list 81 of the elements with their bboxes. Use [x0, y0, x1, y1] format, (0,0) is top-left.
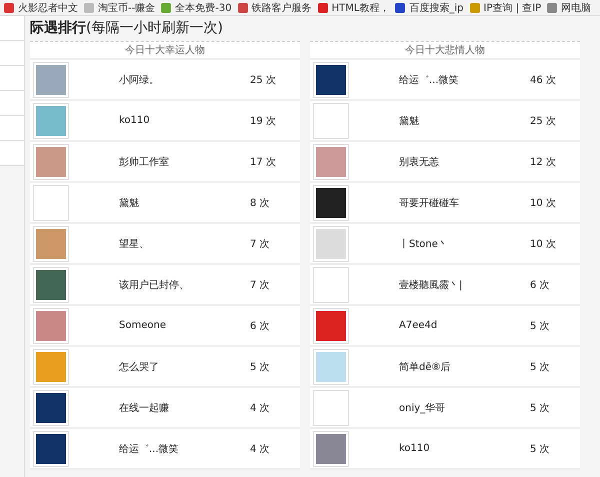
site-icon[interactable]: [4, 2, 14, 12]
user-name: A7ee4d: [398, 320, 438, 331]
count-text: 7 次: [250, 278, 271, 292]
user-name: 别衷无恙: [398, 156, 440, 168]
count-text: 5 次: [530, 402, 551, 414]
panel-title: 际遇排行(每隔一小时刷新一次): [29, 19, 224, 38]
avatar-photo: [33, 390, 69, 426]
avatar-frame: [313, 266, 349, 302]
sidebar-item[interactable]: [0, 116, 24, 141]
bookmark-link[interactable]: 百度搜索_ip: [409, 0, 464, 14]
bookmark-link[interactable]: 全本免费-30: [175, 0, 232, 14]
user-name: 哥要开碰碰车: [398, 196, 460, 210]
user-name: 彭帅工作室: [118, 156, 170, 168]
user-name: 黛魅: [118, 196, 140, 210]
count-text: 5 次: [530, 360, 551, 374]
user-name: Someone: [118, 320, 167, 331]
site-icon[interactable]: [318, 2, 328, 12]
count-text: 19 次: [250, 114, 277, 128]
avatar-photo: [313, 226, 349, 262]
user-name: 小阿绿。: [118, 74, 160, 86]
count-text: 25 次: [530, 114, 557, 128]
count-text: 17 次: [250, 156, 277, 168]
bookmark-link[interactable]: 网电脑: [561, 0, 592, 14]
avatar-photo: [33, 348, 69, 384]
avatar-photo: [33, 430, 69, 466]
user-name: 给运゛...微笑: [118, 442, 180, 456]
user-name: 壹楼聽風霺丶|: [398, 278, 464, 292]
avatar-photo: [313, 430, 349, 466]
user-name: 黛魅: [398, 114, 420, 128]
user-name: ko110: [398, 443, 431, 454]
count-text: 6 次: [250, 320, 271, 332]
count-text: 4 次: [250, 402, 271, 414]
count-text: 7 次: [250, 238, 271, 250]
site-icon[interactable]: [238, 2, 248, 12]
user-name: 简单dē⑧后: [398, 360, 452, 374]
avatar-frame: [313, 390, 349, 426]
avatar-photo: [313, 184, 349, 220]
count-text: 46 次: [530, 74, 557, 86]
user-name: ko110: [118, 115, 151, 126]
avatar-photo: [33, 62, 69, 98]
avatar-frame: [33, 184, 69, 220]
count-text: 4 次: [250, 442, 271, 456]
list-heading: 今日十大悲情人物: [310, 42, 580, 60]
count-text: 10 次: [530, 238, 557, 250]
list-heading: 今日十大幸运人物: [30, 42, 300, 60]
bookmark-link[interactable]: 淘宝币--赚金: [98, 0, 156, 14]
user-name: 该用户已封停、: [118, 278, 190, 292]
avatar-photo: [313, 144, 349, 180]
avatar-photo: [33, 266, 69, 302]
avatar-photo: [33, 308, 69, 344]
avatar-photo: [313, 308, 349, 344]
count-text: 5 次: [530, 320, 551, 332]
count-text: 25 次: [250, 74, 277, 86]
sidebar-item[interactable]: [0, 91, 24, 116]
user-name: 丨Stone丶: [398, 238, 449, 250]
avatar-photo: [33, 144, 69, 180]
count-text: 6 次: [530, 278, 551, 292]
avatar-frame: [313, 102, 349, 138]
bookmark-link[interactable]: 铁路客户服务: [252, 0, 312, 14]
user-name: 给运゛...微笑: [398, 74, 460, 86]
sidebar-item[interactable]: [0, 41, 24, 66]
count-text: 8 次: [250, 196, 271, 210]
sidebar-item[interactable]: [0, 66, 24, 91]
site-icon[interactable]: [395, 2, 406, 12]
user-name: 望星、: [118, 238, 150, 250]
user-name: 怎么哭了: [118, 360, 160, 374]
user-name: oniy_华哥: [398, 402, 446, 414]
bookmark-link[interactable]: 火影忍者中文: [18, 0, 78, 14]
bookmark-link[interactable]: IP查询 | 查IP: [484, 0, 542, 14]
bookmark-link[interactable]: HTML教程，: [332, 0, 390, 14]
count-text: 12 次: [530, 156, 557, 168]
avatar-photo: [313, 348, 349, 384]
avatar-photo: [33, 226, 69, 262]
avatar-photo: [313, 62, 349, 98]
count-text: 5 次: [530, 442, 551, 456]
avatar-photo: [33, 102, 69, 138]
count-text: 10 次: [530, 196, 557, 210]
site-icon[interactable]: [547, 2, 558, 12]
count-text: 5 次: [250, 360, 271, 374]
sidebar-item[interactable]: [0, 141, 24, 166]
user-name: 在线一起赚: [118, 402, 170, 414]
